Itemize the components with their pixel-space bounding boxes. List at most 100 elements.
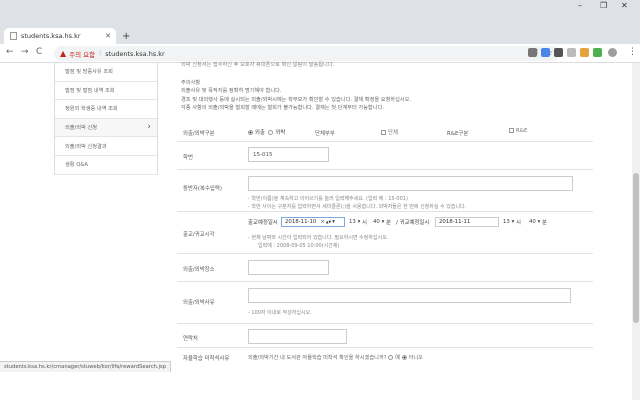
new-tab-button[interactable]: + [122,31,130,42]
url-text[interactable]: students.ksa.hs.kr [105,50,165,58]
notice-heading: 주의사항 [181,80,201,86]
dropdown-caret-icon[interactable]: ▾ [332,219,335,225]
omni-separator: | [99,50,102,57]
form-row-contact: 연락처 [177,324,593,348]
chevron-down-icon: ▾ [511,219,515,225]
rne-label: R&E구분 [447,131,469,137]
dorm-checkbox[interactable] [381,130,386,135]
companion-help: - 학번 사이는 구분자를 입력하면서 세미콜론(;)을 사용합니다. 외박자들… [248,204,467,210]
sidebar-item[interactable]: 정원외 학생증 내역 조회 [55,100,157,119]
reason-field[interactable] [248,288,571,303]
maximize-button[interactable]: ❐ [600,1,607,10]
security-warning-label[interactable]: 주의 요함 [69,49,95,59]
radio-overnight[interactable] [268,130,274,135]
datetime-label: 출교/귀교시각 [183,232,215,238]
chevron-down-icon: ▾ [381,219,385,225]
rne-checkbox[interactable] [509,128,514,133]
tab-title: students.ksa.hs.kr [21,32,81,40]
sidebar-item-label: 외출/외박 신청 [65,125,98,132]
close-window-button[interactable]: ✕ [621,1,628,10]
forward-button[interactable]: → [21,47,29,57]
hour-value: 13 [349,219,356,225]
ret-hour-select[interactable]: 13 ▾ 시 [503,217,521,227]
page-favicon-icon [10,32,17,40]
form-row-datetime: 출교/귀교시각 출교예정일시 2018-11-10 × ▲▼ ▾ 13 ▾ 시 … [177,212,593,254]
chevron-right-icon: › [147,121,151,132]
sidebar-item-label: 생활 Q&A [65,162,88,169]
radio-outing[interactable] [248,130,253,135]
sidebar-item[interactable]: 벌점 및 방중사유 조회 [55,63,157,82]
hour-unit: 시 [516,220,521,226]
study-label: 자율학습 미착석사유 [183,356,230,362]
destination-field[interactable] [248,260,329,275]
study-question-text: 외출/외박기간 내 도서관 자율학습 미착석 확인을 하시겠습니까? [248,355,387,361]
radio-label: 아니오 [408,355,423,361]
profile-avatar-icon[interactable] [608,48,617,57]
companion-label: 동반자(복수입력) [183,186,222,192]
sidebar-item[interactable]: 생활 Q&A [55,156,157,175]
status-bar: students.ksa.hs.kr/cmanager/stuweb/kor/l… [0,361,172,372]
student-id-field[interactable]: 15-015 [248,147,329,162]
back-button[interactable]: ← [6,47,14,57]
extension-icon[interactable] [580,48,589,57]
extension-icon[interactable] [528,48,537,57]
scrollbar-thumb[interactable] [633,173,639,323]
out-min-select[interactable]: 40 ▾ 분 [373,217,391,227]
sidebar-item-label: 벌점 및 벌점 내역 조회 [65,87,115,94]
extension-icon[interactable] [593,48,602,57]
ret-date-value: 2018-11-11 [439,219,471,225]
rne-check: R&E [509,128,527,134]
out-prefix: 출교예정일시 [248,220,278,226]
contact-field[interactable] [248,329,347,344]
chevron-down-icon: ▾ [357,219,361,225]
hour-value: 13 [503,219,510,225]
companion-field[interactable] [248,176,573,191]
browser-tab[interactable]: students.ksa.hs.kr ✕ [4,28,116,44]
notice-line: 경조 및 대외행사 등에 실시되는 외출/외박시에는 학부모가 확인할 수 있습… [181,97,412,103]
page-scrollbar[interactable] [632,63,640,400]
study-question: 외출/외박기간 내 도서관 자율학습 미착석 확인을 하시겠습니까? 예 아니오 [248,354,423,361]
radio-label: 예 [395,355,400,361]
sidebar-item[interactable]: 외출/외박 신청결과 [55,137,157,156]
tab-close-icon[interactable]: ✕ [105,32,111,40]
chevron-down-icon: ▾ [537,219,541,225]
minimize-button[interactable]: – [578,1,582,10]
extension-icon[interactable] [541,48,550,57]
radio-study-no[interactable] [401,355,407,360]
form-row-type: 외출/외박구분 외출 외박 단체부부 단체 R&E구분 R&E [177,121,593,142]
min-value: 40 [373,219,380,225]
form-row-destination: 외출/외박장소 [177,254,593,282]
ret-min-select[interactable]: 40 ▾ 분 [529,217,547,227]
type-label: 외출/외박구분 [183,131,215,137]
student-id-value: 15-015 [253,151,273,158]
ret-date-input[interactable]: 2018-11-11 [435,217,499,227]
dorm-check: 단체 [381,128,398,136]
warning-icon[interactable]: ▲ [60,49,66,58]
sidebar-item-label: 정원외 학생증 내역 조회 [65,106,118,113]
type-radio-group: 외출 외박 [248,128,285,136]
radio-study-yes[interactable] [388,355,394,360]
sidebar-menu: 벌점 및 방중사유 조회 벌점 및 벌점 내역 조회 정원외 학생증 내역 조회… [54,63,158,175]
sidebar-item[interactable]: 벌점 및 벌점 내역 조회 [55,82,157,101]
status-url: students.ksa.hs.kr/cmanager/stuweb/kor/l… [4,364,167,370]
datetime-help: 입력예 : 2008-09-05 10:00(시간제) [258,243,340,249]
address-bar[interactable]: ▲ 주의 요함 | students.ksa.hs.kr ⚿ ☆ [54,46,560,61]
min-unit: 분 [386,220,391,226]
notice-top-line: 외박 신청서는 접수하신 후 보호자 휴대폰으로 확인 알림이 발송됩니다. [181,62,335,68]
min-value: 40 [529,219,536,225]
out-hour-select[interactable]: 13 ▾ 시 [349,217,367,227]
form-row-study: 자율학습 미착석사유 외출/외박기간 내 도서관 자율학습 미착석 확인을 하시… [177,348,593,368]
sidebar-item-label: 벌점 및 방중사유 조회 [65,69,113,76]
sidebar-item-outing-request[interactable]: 외출/외박 신청 › [55,118,157,138]
out-date-input[interactable]: 2018-11-10 × ▲▼ ▾ [281,217,345,227]
spinner-icon[interactable]: ▲▼ [326,220,331,224]
form-row-reason: 외출/외박사유 - 100자 이내로 작성하십시오. [177,282,593,324]
browser-menu-icon[interactable]: ⋮ [628,47,637,57]
checkbox-label: 단체 [388,130,398,136]
extension-icon[interactable] [554,48,563,57]
reload-button[interactable]: C [36,47,42,57]
datetime-help: - 현재 날짜와 시간이 입력되어 있습니다. 필요하시면 수정하십시오. [248,235,389,241]
clear-icon[interactable]: × [320,219,325,225]
extension-icon[interactable] [567,48,576,57]
out-date-value: 2018-11-10 [285,219,317,225]
